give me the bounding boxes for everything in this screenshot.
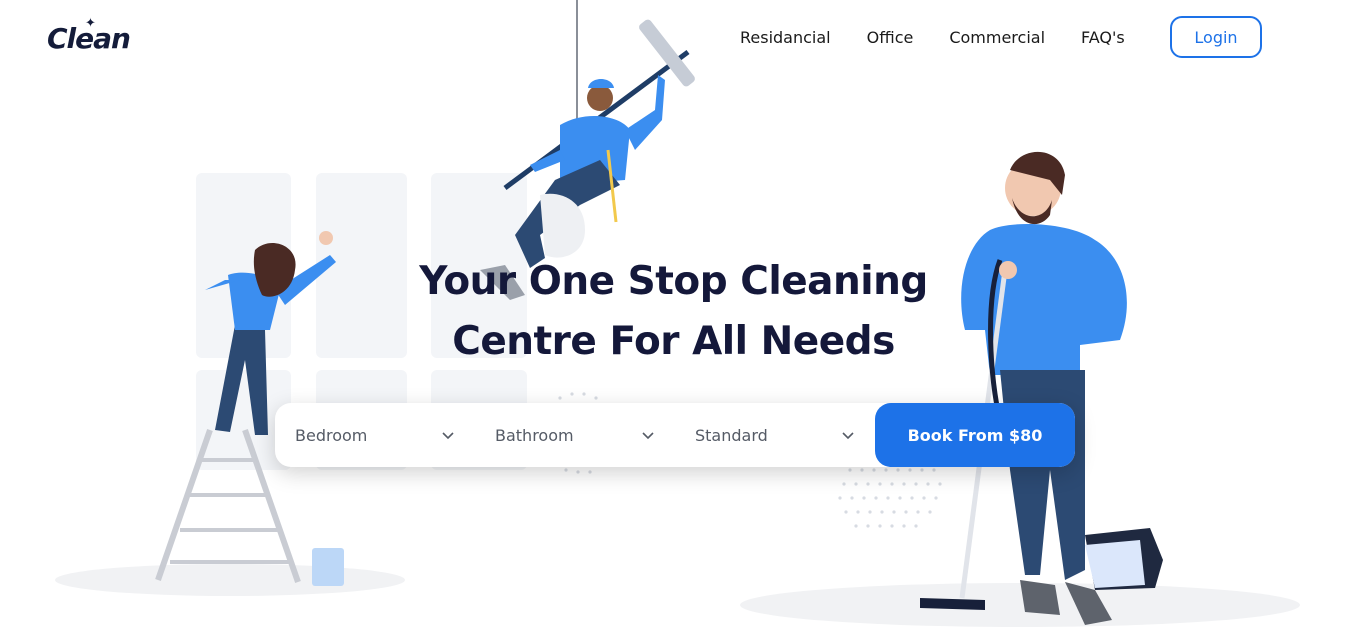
hero-title-line2: Centre For All Needs — [452, 319, 895, 364]
nav-item-commercial[interactable]: Commercial — [949, 28, 1045, 47]
bedroom-select-value: Bedroom — [295, 425, 368, 445]
sparkle-icon: ✦ — [85, 16, 96, 31]
chevron-down-icon — [842, 432, 854, 440]
service-type-select[interactable]: Standard — [675, 403, 875, 467]
hero-title: Your One Stop Cleaning Centre For All Ne… — [0, 252, 1347, 372]
booking-bar: Bedroom Bathroom Standard Book From $80 — [275, 403, 1075, 467]
book-button[interactable]: Book From $80 — [875, 403, 1075, 467]
chevron-down-icon — [642, 432, 654, 440]
man-with-vacuum — [920, 151, 1163, 625]
nav-item-faqs[interactable]: FAQ's — [1081, 28, 1125, 47]
main-nav: Residancial Office Commercial FAQ's — [740, 28, 1161, 47]
login-button[interactable]: Login — [1170, 16, 1262, 58]
brand-logo[interactable]: Clean ✦ — [47, 16, 131, 55]
service-type-select-value: Standard — [695, 425, 768, 445]
hero-title-line1: Your One Stop Cleaning — [419, 259, 928, 304]
bathroom-select-value: Bathroom — [495, 425, 574, 445]
nav-item-residancial[interactable]: Residancial — [740, 28, 831, 47]
chevron-down-icon — [442, 432, 454, 440]
nav-item-office[interactable]: Office — [867, 28, 914, 47]
bedroom-select[interactable]: Bedroom — [275, 403, 475, 467]
bathroom-select[interactable]: Bathroom — [475, 403, 675, 467]
